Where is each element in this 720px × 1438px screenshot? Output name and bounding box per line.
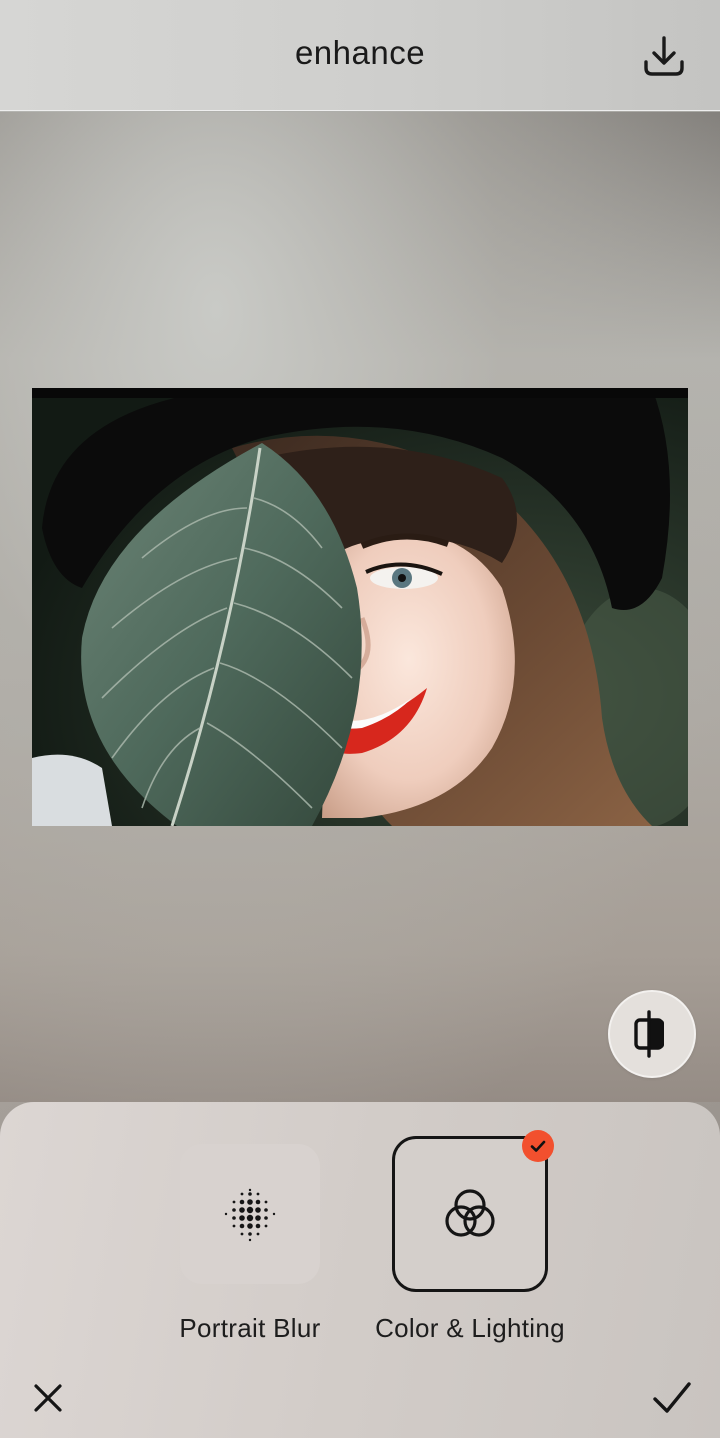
close-icon: [34, 1384, 62, 1412]
download-button[interactable]: [638, 30, 690, 82]
checkmark-badge-icon: [530, 1140, 546, 1152]
photo-preview: [32, 388, 688, 826]
portrait-blur-tile[interactable]: [180, 1144, 320, 1284]
cancel-button[interactable]: [28, 1378, 68, 1418]
checkmark-icon: [653, 1382, 691, 1413]
page-title: enhance: [294, 34, 426, 71]
download-icon: [644, 36, 684, 76]
compare-split-icon: [634, 1010, 664, 1058]
confirm-button[interactable]: [650, 1378, 694, 1418]
interlocking-rings-icon: [445, 1189, 495, 1237]
tools-panel: [0, 1102, 720, 1438]
color-lighting-label: Color & Lighting: [375, 1313, 565, 1343]
tool-color-lighting[interactable]: Color & Lighting: [375, 1130, 565, 1354]
compare-button[interactable]: [608, 990, 696, 1078]
color-lighting-tile[interactable]: [392, 1136, 548, 1292]
selected-badge: [522, 1130, 554, 1162]
woman-with-leaf-photo: [32, 388, 688, 826]
tool-portrait-blur[interactable]: Portrait Blur: [179, 1144, 320, 1354]
top-bar: enhance: [0, 0, 720, 111]
halftone-dots-icon: [224, 1188, 276, 1242]
